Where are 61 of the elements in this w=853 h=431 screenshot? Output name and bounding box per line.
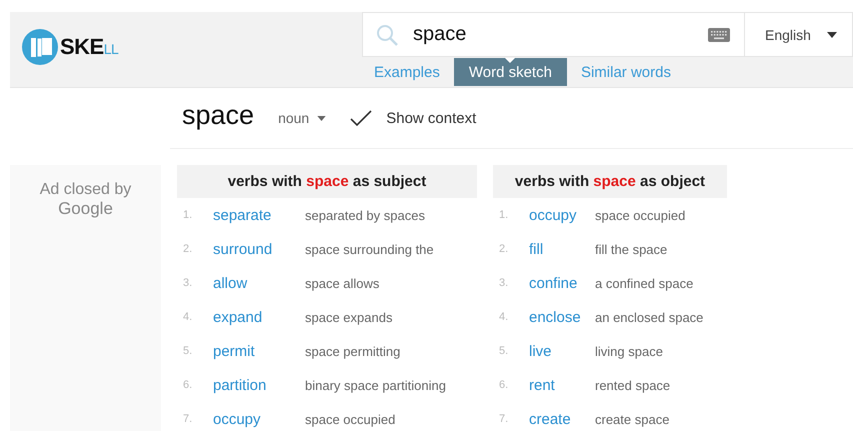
row-number: 1. xyxy=(498,209,510,221)
check-icon xyxy=(350,110,372,126)
row-number: 2. xyxy=(498,243,510,255)
keyboard-icon[interactable] xyxy=(708,28,730,42)
example-text: space expands xyxy=(305,310,392,324)
part-of-speech-dropdown[interactable]: noun xyxy=(278,110,326,126)
language-dropdown[interactable]: English xyxy=(745,12,853,57)
example-text: rented space xyxy=(595,378,670,392)
row-number: 6. xyxy=(498,379,510,391)
tab[interactable]: Word sketch xyxy=(454,58,567,86)
example-text: space permitting xyxy=(305,344,400,358)
collocate-link[interactable]: occupy xyxy=(529,206,581,224)
collocate-link[interactable]: confine xyxy=(529,274,581,292)
example-text: a confined space xyxy=(595,276,694,290)
search-icon xyxy=(375,22,399,46)
tab[interactable]: Examples xyxy=(366,58,448,86)
example-text: living space xyxy=(595,344,663,358)
row-number: 3. xyxy=(182,277,194,289)
collocate-link[interactable]: allow xyxy=(213,274,305,292)
example-text: space occupied xyxy=(305,412,396,426)
example-text: fill the space xyxy=(595,242,668,256)
row-number: 1. xyxy=(182,209,194,221)
collocate-link[interactable]: create xyxy=(529,410,581,428)
caret-icon xyxy=(826,32,837,38)
ad-text: Ad closed by xyxy=(40,181,132,199)
example-text: separated by spaces xyxy=(305,208,425,222)
row-number: 5. xyxy=(498,345,510,357)
search-bar[interactable]: space xyxy=(362,12,745,57)
example-text: an enclosed space xyxy=(595,310,704,324)
row-number: 6. xyxy=(182,379,194,391)
ad-source: Google xyxy=(58,199,113,219)
collocate-link[interactable]: permit xyxy=(213,342,305,360)
row-number: 4. xyxy=(182,311,194,323)
row-number: 7. xyxy=(182,413,194,425)
collocate-link[interactable]: separate xyxy=(213,206,305,224)
logo-text: SKELL xyxy=(60,34,118,60)
caret-icon xyxy=(317,116,326,120)
collocate-link[interactable]: live xyxy=(529,342,581,360)
example-text: binary space partitioning xyxy=(305,378,446,392)
column-header: verbs with space as subject xyxy=(177,165,477,198)
example-text: create space xyxy=(595,412,670,426)
collocate-link[interactable]: partition xyxy=(213,376,305,394)
collocate-link[interactable]: enclose xyxy=(529,308,581,326)
row-number: 7. xyxy=(498,413,510,425)
collocate-link[interactable]: rent xyxy=(529,376,581,394)
logo-icon xyxy=(22,28,58,64)
example-text: space surrounding the xyxy=(305,242,434,256)
collocate-link[interactable]: fill xyxy=(529,240,581,258)
row-number: 4. xyxy=(498,311,510,323)
row-number: 3. xyxy=(498,277,510,289)
collocate-link[interactable]: surround xyxy=(213,240,305,258)
show-context-toggle[interactable]: Show context xyxy=(350,110,476,126)
column-header: verbs with space as object xyxy=(493,165,727,198)
row-number: 5. xyxy=(182,345,194,357)
row-number: 2. xyxy=(182,243,194,255)
headword: space xyxy=(182,100,254,132)
tab[interactable]: Similar words xyxy=(572,58,679,86)
collocate-link[interactable]: occupy xyxy=(213,410,305,428)
example-text: space occupied xyxy=(595,208,686,222)
collocate-link[interactable]: expand xyxy=(213,308,305,326)
example-text: space allows xyxy=(305,276,380,290)
